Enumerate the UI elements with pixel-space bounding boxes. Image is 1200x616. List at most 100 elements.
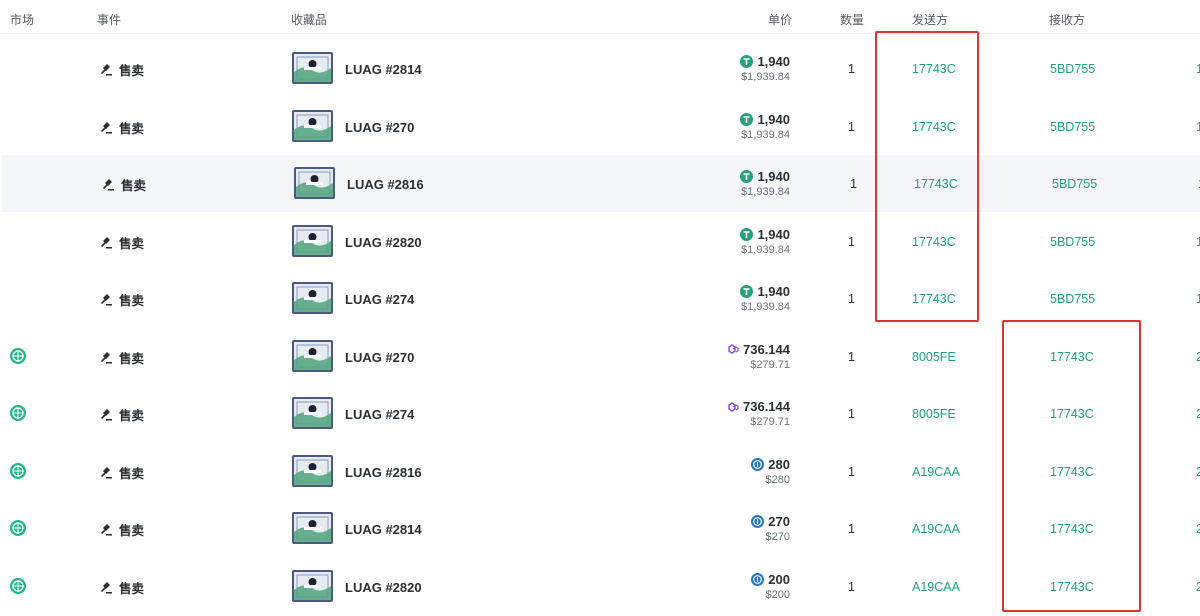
usdt-icon: [740, 170, 754, 183]
price-cell: 736.144 $279.71: [727, 342, 790, 371]
item-thumbnail[interactable]: [292, 109, 333, 142]
price-cell: 1,940 $1,939.84: [740, 112, 790, 141]
table-row[interactable]: 售卖 LUAG #2820 200 $200 1 A19CAA 17743C 2: [0, 558, 1200, 615]
market-logo-icon[interactable]: [10, 347, 26, 364]
receiver-link[interactable]: 17743C: [1050, 465, 1094, 479]
item-name-link[interactable]: LUAG #2820: [345, 235, 422, 250]
receiver-link[interactable]: 5BD755: [1050, 235, 1095, 249]
item-name-link[interactable]: LUAG #2814: [345, 522, 422, 537]
price-value: 280: [768, 456, 790, 472]
price-usd: $1,939.84: [741, 128, 790, 141]
sender-link[interactable]: A19CAA: [912, 465, 960, 479]
price-cell: 1,940 $1,939.84: [740, 284, 790, 313]
price-value: 1,940: [757, 226, 790, 242]
item-name-link[interactable]: LUAG #270: [345, 120, 414, 135]
item-thumbnail[interactable]: [292, 512, 333, 544]
table-row[interactable]: 售卖 LUAG #2816 280 $280 1 A19CAA 17743C 2: [0, 443, 1200, 500]
receiver-link[interactable]: 17743C: [1050, 407, 1094, 421]
event-label: 售卖: [119, 524, 145, 538]
receiver-link[interactable]: 17743C: [1050, 522, 1094, 536]
sender-link[interactable]: 17743C: [912, 235, 956, 249]
receiver-link[interactable]: 5BD755: [1052, 177, 1097, 191]
item-thumbnail[interactable]: [292, 52, 333, 84]
gavel-icon: [100, 294, 112, 306]
time-link[interactable]: 1: [1196, 120, 1200, 134]
market-logo-icon[interactable]: [10, 405, 26, 421]
item-thumbnail[interactable]: [292, 397, 333, 429]
time-link[interactable]: 2: [1196, 465, 1200, 479]
event-cell: 售卖: [100, 118, 144, 137]
sender-link[interactable]: A19CAA: [912, 522, 960, 536]
market-logo-icon[interactable]: [10, 577, 26, 594]
price-cell: 1,940 $1,939.84: [740, 54, 790, 83]
header-qty: 数量: [840, 13, 865, 27]
item-thumbnail[interactable]: [294, 167, 335, 199]
price-value: 1,940: [757, 111, 790, 127]
table-row[interactable]: 售卖 LUAG #2814 270 $270 1 A19CAA 17743C 2: [0, 500, 1200, 557]
price-value: 200: [768, 571, 790, 587]
market-logo-icon[interactable]: [10, 520, 26, 536]
table-row[interactable]: 售卖 LUAG #274 736.144 $279.71 1 8005FE 17743C 2: [0, 385, 1200, 442]
price-value: 1,940: [757, 54, 790, 69]
quantity: 1: [848, 234, 855, 249]
activity-table: 市场 事件 收藏品 单价 数量 发送方 接收方 售卖 LUAG #2814 1,94…: [0, 0, 1200, 616]
item-thumbnail[interactable]: [292, 454, 333, 487]
sender-link[interactable]: A19CAA: [912, 580, 960, 594]
event-label: 售卖: [119, 581, 145, 596]
item-thumbnail[interactable]: [292, 569, 333, 602]
receiver-link[interactable]: 17743C: [1050, 580, 1094, 594]
usdt-icon: [740, 285, 754, 298]
table-row[interactable]: 售卖 LUAG #270 1,940 $1,939.84 1 17743C 5BD755 1: [0, 98, 1200, 155]
receiver-link[interactable]: 5BD755: [1050, 62, 1095, 76]
gavel-icon: [100, 466, 112, 478]
item-name-link[interactable]: LUAG #2816: [347, 177, 424, 192]
event-cell: 售卖: [100, 405, 144, 424]
item-thumbnail[interactable]: [292, 224, 333, 257]
matic-icon: [728, 401, 739, 412]
time-link[interactable]: 1: [1196, 62, 1200, 76]
quantity: 1: [848, 119, 855, 134]
price-usd: $1,939.84: [741, 301, 790, 313]
price-cell: 280 $280: [751, 457, 790, 486]
event-label: 售卖: [119, 409, 145, 423]
price-value: 270: [768, 514, 790, 529]
usdt-icon: [740, 112, 754, 126]
matic-icon: [728, 344, 739, 354]
sender-link[interactable]: 17743C: [912, 120, 956, 134]
sender-link[interactable]: 17743C: [912, 292, 956, 306]
time-link[interactable]: 2: [1196, 580, 1200, 594]
quantity: 1: [848, 292, 855, 306]
item-name-link[interactable]: LUAG #274: [345, 292, 414, 307]
table-row[interactable]: 售卖 LUAG #2814 1,940 $1,939.84 1 17743C 5BD755 1: [0, 40, 1200, 97]
sender-link[interactable]: 17743C: [912, 62, 956, 76]
time-link[interactable]: 2: [1196, 522, 1200, 536]
table-row[interactable]: 售卖LUAG #28161,940$1,939.84117743C5BD7551: [2, 155, 1200, 212]
table-row[interactable]: 售卖 LUAG #274 1,940 $1,939.84 1 17743C 5BD755 1: [0, 270, 1200, 327]
item-name-link[interactable]: LUAG #274: [345, 407, 414, 422]
item-thumbnail[interactable]: [292, 282, 333, 314]
item-name-link[interactable]: LUAG #2820: [345, 580, 422, 595]
gavel-icon: [100, 64, 112, 76]
time-link[interactable]: 1: [1196, 292, 1200, 306]
item-name-link[interactable]: LUAG #2816: [345, 465, 422, 480]
sender-link[interactable]: 17743C: [914, 177, 958, 191]
sender-link[interactable]: 8005FE: [912, 407, 956, 421]
item-name-link[interactable]: LUAG #2814: [345, 62, 422, 77]
receiver-link[interactable]: 5BD755: [1050, 120, 1095, 134]
time-link[interactable]: 1: [1196, 235, 1200, 249]
time-link[interactable]: 2: [1196, 350, 1200, 364]
table-row[interactable]: 售卖 LUAG #2820 1,940 $1,939.84 1 17743C 5BD755 1: [0, 213, 1200, 270]
price-cell: 200 $200: [751, 572, 790, 601]
receiver-link[interactable]: 5BD755: [1050, 292, 1095, 306]
table-row[interactable]: 售卖 LUAG #270 736.144 $279.71 1 8005FE 17743C 2: [0, 328, 1200, 385]
market-logo-icon[interactable]: [10, 462, 26, 479]
price-usd: $279.71: [750, 358, 790, 371]
price-value: 1,940: [757, 169, 790, 184]
item-name-link[interactable]: LUAG #270: [345, 350, 414, 365]
item-thumbnail[interactable]: [292, 339, 333, 372]
receiver-link[interactable]: 17743C: [1050, 350, 1094, 364]
event-label: 售卖: [119, 351, 145, 366]
sender-link[interactable]: 8005FE: [912, 350, 956, 364]
time-link[interactable]: 2: [1196, 407, 1200, 421]
header-market: 市场: [10, 13, 35, 27]
